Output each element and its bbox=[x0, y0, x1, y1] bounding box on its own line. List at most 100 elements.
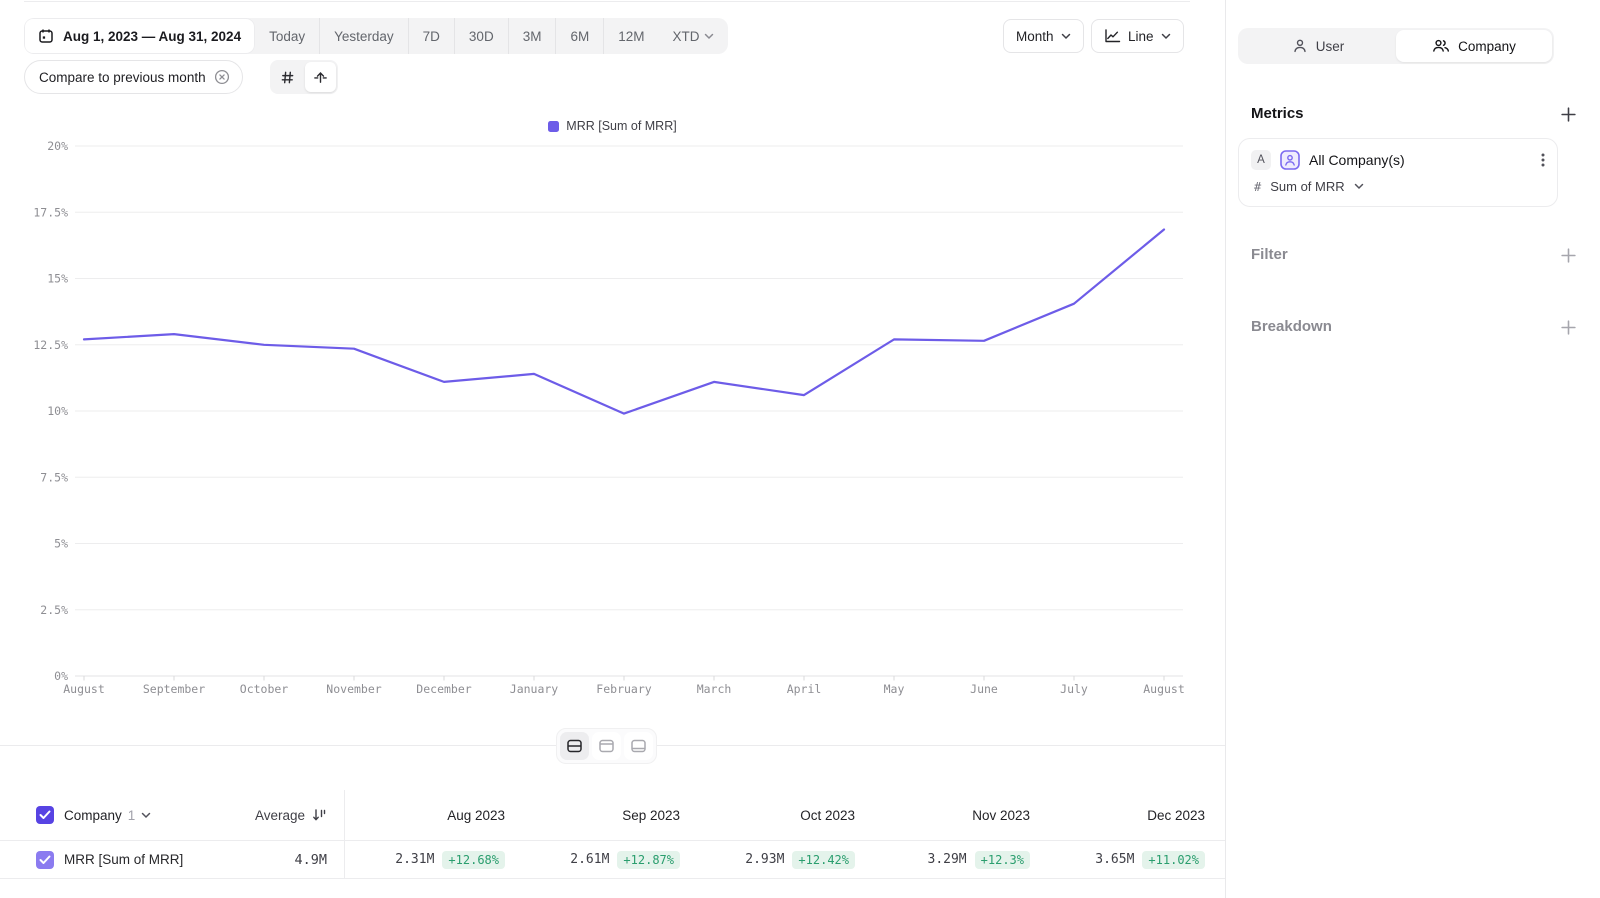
row-checkbox[interactable] bbox=[36, 851, 54, 869]
series-line[interactable] bbox=[84, 230, 1164, 414]
view-toggle-split-horizontal[interactable] bbox=[560, 732, 589, 760]
x-axis-ticks bbox=[75, 676, 1183, 681]
entity-selector[interactable]: Company 1 bbox=[64, 808, 151, 823]
chevron-down-icon bbox=[1354, 183, 1364, 190]
preset-today[interactable]: Today bbox=[255, 18, 319, 54]
y-tick-label: 2.5% bbox=[40, 603, 68, 617]
x-tick-label: February bbox=[596, 682, 651, 696]
company-users-icon bbox=[1432, 38, 1450, 54]
column-header[interactable]: Dec 2023 bbox=[1045, 790, 1220, 840]
x-tick-label: November bbox=[326, 682, 381, 696]
metric-name: All Company(s) bbox=[1309, 152, 1405, 168]
x-tick-label: March bbox=[697, 682, 732, 696]
select-all-checkbox[interactable] bbox=[36, 806, 54, 824]
cell-value: 2.93M bbox=[745, 852, 784, 867]
check-icon bbox=[39, 810, 51, 820]
preset-12m[interactable]: 12M bbox=[603, 18, 658, 54]
y-tick-label: 0% bbox=[54, 669, 68, 683]
delta-badge: +11.02% bbox=[1142, 851, 1205, 869]
metric-menu-button[interactable] bbox=[1539, 150, 1547, 173]
preset-30d[interactable]: 30D bbox=[454, 18, 508, 54]
cell-value: 3.65M bbox=[1095, 852, 1134, 867]
company-badge-icon bbox=[1280, 150, 1300, 170]
preset-yesterday[interactable]: Yesterday bbox=[319, 18, 408, 54]
chart-type-select[interactable]: Line bbox=[1091, 19, 1184, 53]
x-tick-label: August bbox=[1143, 682, 1185, 696]
table-row: MRR [Sum of MRR] 4.9M 2.31M +12.68% 2.61M +12… bbox=[0, 841, 1225, 879]
preset-3m[interactable]: 3M bbox=[508, 18, 556, 54]
metric-card-header: A All Company(s) bbox=[1251, 150, 1545, 170]
add-filter-button[interactable] bbox=[1558, 245, 1578, 265]
y-tick-label: 10% bbox=[47, 404, 68, 418]
annotations-toggle-button[interactable] bbox=[305, 62, 336, 92]
user-icon bbox=[1292, 38, 1308, 54]
x-tick-label: January bbox=[510, 682, 559, 696]
delta-badge: +12.87% bbox=[617, 851, 680, 869]
x-axis-labels: AugustSeptemberOctoberNovemberDecemberJa… bbox=[63, 682, 1185, 696]
add-breakdown-button[interactable] bbox=[1558, 317, 1578, 337]
x-tick-label: May bbox=[884, 682, 905, 696]
y-tick-label: 15% bbox=[47, 272, 68, 286]
row-left-cell: MRR [Sum of MRR] 4.9M bbox=[0, 841, 345, 878]
row-metric-name: MRR [Sum of MRR] bbox=[64, 852, 183, 867]
date-range-label: Aug 1, 2023 — Aug 31, 2024 bbox=[63, 29, 241, 44]
plus-icon bbox=[1560, 319, 1577, 336]
date-range-group: Aug 1, 2023 — Aug 31, 2024 TodayYesterda… bbox=[24, 18, 728, 54]
legend-label: MRR [Sum of MRR] bbox=[566, 119, 676, 133]
cell-value: 2.61M bbox=[570, 852, 609, 867]
entity-count: 1 bbox=[128, 808, 136, 823]
remove-compare-icon[interactable] bbox=[214, 69, 230, 85]
preset-6m[interactable]: 6M bbox=[555, 18, 603, 54]
plus-icon bbox=[1560, 106, 1577, 123]
mrr-line-chart[interactable]: 20%17.5%15%12.5%10%7.5%5%2.5%0%AugustSep… bbox=[0, 135, 1225, 710]
compare-chip[interactable]: Compare to previous month bbox=[24, 60, 243, 94]
column-header[interactable]: Nov 2023 bbox=[870, 790, 1045, 840]
view-toggle-panel-top[interactable] bbox=[592, 732, 621, 760]
tab-user[interactable]: User bbox=[1240, 30, 1396, 62]
value-cell[interactable]: 3.29M+12.3% bbox=[870, 841, 1045, 878]
aggregation-label: Sum of MRR bbox=[1270, 179, 1344, 194]
chevron-down-icon bbox=[704, 33, 714, 40]
row-cells: 2.31M +12.68% 2.61M +12.87% 2.93M+12.42%3.29… bbox=[345, 841, 1225, 878]
preset-xtd[interactable]: XTD bbox=[658, 18, 728, 54]
chart-legend: MRR [Sum of MRR] bbox=[0, 119, 1225, 133]
kebab-icon bbox=[1541, 152, 1545, 168]
calendar-icon bbox=[38, 28, 54, 44]
filter-heading: Filter bbox=[1251, 246, 1288, 263]
row-average-value: 4.9M bbox=[294, 852, 327, 868]
top-divider bbox=[24, 1, 1190, 2]
metric-card[interactable]: A All Company(s) # Sum of MRR bbox=[1238, 138, 1558, 207]
value-cell[interactable]: 2.31M +12.68% bbox=[345, 841, 520, 878]
x-tick-label: August bbox=[63, 682, 105, 696]
column-header[interactable]: Sep 2023 bbox=[520, 790, 695, 840]
metrics-heading: Metrics bbox=[1251, 105, 1304, 122]
column-header[interactable]: Aug 2023 bbox=[345, 790, 520, 840]
chevron-down-icon bbox=[1161, 33, 1171, 40]
arrow-up-from-line-icon bbox=[313, 70, 328, 85]
chevron-down-icon bbox=[1061, 33, 1071, 40]
x-tick-label: September bbox=[143, 682, 205, 696]
grid-icon bbox=[280, 70, 295, 85]
grid-toggle-button[interactable] bbox=[272, 62, 303, 92]
column-header[interactable]: Oct 2023 bbox=[695, 790, 870, 840]
preset-7d[interactable]: 7D bbox=[408, 18, 454, 54]
value-cell[interactable]: 3.65M +11.02% bbox=[1045, 841, 1220, 878]
tab-company[interactable]: Company bbox=[1396, 30, 1552, 62]
average-header[interactable]: Average bbox=[255, 808, 327, 823]
main-panel: Aug 1, 2023 — Aug 31, 2024 TodayYesterda… bbox=[0, 0, 1225, 898]
compare-chip-label: Compare to previous month bbox=[39, 70, 206, 85]
aggregation-selector[interactable]: # Sum of MRR bbox=[1251, 179, 1545, 194]
granularity-select[interactable]: Month bbox=[1003, 19, 1084, 53]
value-cell[interactable]: 2.61M +12.87% bbox=[520, 841, 695, 878]
delta-badge: +12.68% bbox=[442, 851, 505, 869]
value-cell[interactable]: 2.93M+12.42% bbox=[695, 841, 870, 878]
x-tick-label: June bbox=[970, 682, 998, 696]
view-toggle-panel-bottom[interactable] bbox=[624, 732, 653, 760]
y-tick-label: 5% bbox=[54, 537, 68, 551]
cell-value: 2.31M bbox=[395, 852, 434, 867]
add-metric-button[interactable] bbox=[1558, 104, 1578, 124]
delta-badge: +12.3% bbox=[975, 851, 1030, 869]
y-tick-label: 12.5% bbox=[33, 338, 68, 352]
date-range-button[interactable]: Aug 1, 2023 — Aug 31, 2024 bbox=[24, 18, 255, 54]
panel-bottom-icon bbox=[630, 738, 647, 754]
